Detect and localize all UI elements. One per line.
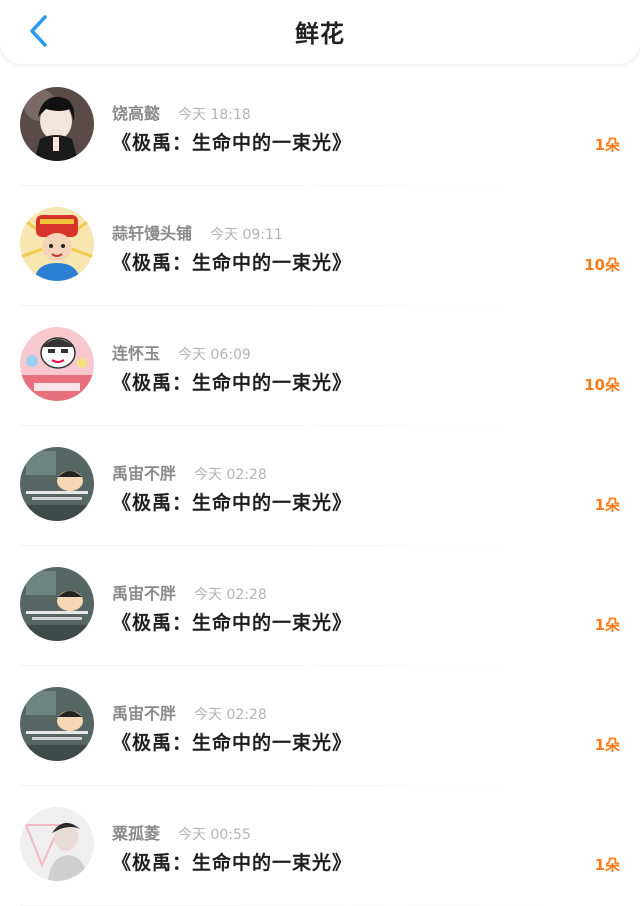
username[interactable]: 禹宙不胖	[112, 700, 176, 724]
avatar-dark-hair-icon	[20, 87, 94, 161]
list-item[interactable]: 蒜轩馒头铺 今天 09:11 《极禹：生命中的一束光》 10朵	[0, 186, 640, 306]
avatar[interactable]	[20, 687, 94, 761]
timestamp: 今天 02:28	[194, 467, 267, 483]
avatar-cartoon-teal-icon	[20, 447, 94, 521]
flower-count: 1朵	[594, 736, 620, 754]
list-item[interactable]: 禹宙不胖 今天 02:28 《极禹：生命中的一束光》 1朵	[0, 666, 640, 786]
avatar[interactable]	[20, 207, 94, 281]
list-item[interactable]: 饶高懿 今天 18:18 《极禹：生命中的一束光》 1朵	[0, 66, 640, 186]
flower-count: 10朵	[584, 256, 620, 274]
flower-count: 1朵	[594, 616, 620, 634]
page-title: 鲜花	[295, 20, 345, 48]
flower-count: 1朵	[594, 856, 620, 874]
timestamp: 今天 00:55	[178, 827, 251, 843]
timestamp: 今天 02:28	[194, 587, 267, 603]
avatar[interactable]	[20, 567, 94, 641]
avatar-child-hat-icon	[20, 207, 94, 281]
flower-count: 1朵	[594, 136, 620, 154]
top-bar: 鲜花	[0, 0, 640, 64]
username[interactable]: 禹宙不胖	[112, 580, 176, 604]
avatar-cartoon-teal-icon	[20, 687, 94, 761]
avatar-cartoon-pink-icon	[20, 327, 94, 401]
list-item[interactable]: 禹宙不胖 今天 02:28 《极禹：生命中的一束光》 1朵	[0, 546, 640, 666]
username[interactable]: 蒜轩馒头铺	[112, 220, 192, 244]
flower-list: 饶高懿 今天 18:18 《极禹：生命中的一束光》 1朵 蒜轩馒头铺 今天 09…	[0, 66, 640, 906]
list-item[interactable]: 粟孤菱 今天 00:55 《极禹：生命中的一束光》 1朵	[0, 786, 640, 906]
book-title[interactable]: 《极禹：生命中的一束光》	[112, 248, 352, 275]
username[interactable]: 饶高懿	[112, 100, 160, 124]
book-title[interactable]: 《极禹：生命中的一束光》	[112, 128, 352, 155]
username[interactable]: 连怀玉	[112, 340, 160, 364]
book-title[interactable]: 《极禹：生命中的一束光》	[112, 488, 352, 515]
avatar[interactable]	[20, 807, 94, 881]
timestamp: 今天 02:28	[194, 707, 267, 723]
avatar[interactable]	[20, 327, 94, 401]
avatar-cartoon-teal-icon	[20, 567, 94, 641]
username[interactable]: 禹宙不胖	[112, 460, 176, 484]
avatar-portrait-light-icon	[20, 807, 94, 881]
timestamp: 今天 06:09	[178, 347, 251, 363]
timestamp: 今天 09:11	[210, 227, 283, 243]
flower-count: 1朵	[594, 496, 620, 514]
list-item[interactable]: 连怀玉 今天 06:09 《极禹：生命中的一束光》 10朵	[0, 306, 640, 426]
list-item[interactable]: 禹宙不胖 今天 02:28 《极禹：生命中的一束光》 1朵	[0, 426, 640, 546]
avatar[interactable]	[20, 87, 94, 161]
book-title[interactable]: 《极禹：生命中的一束光》	[112, 728, 352, 755]
flower-count: 10朵	[584, 376, 620, 394]
avatar[interactable]	[20, 447, 94, 521]
book-title[interactable]: 《极禹：生命中的一束光》	[112, 368, 352, 395]
book-title[interactable]: 《极禹：生命中的一束光》	[112, 848, 352, 875]
timestamp: 今天 18:18	[178, 107, 251, 123]
username[interactable]: 粟孤菱	[112, 820, 160, 844]
book-title[interactable]: 《极禹：生命中的一束光》	[112, 608, 352, 635]
